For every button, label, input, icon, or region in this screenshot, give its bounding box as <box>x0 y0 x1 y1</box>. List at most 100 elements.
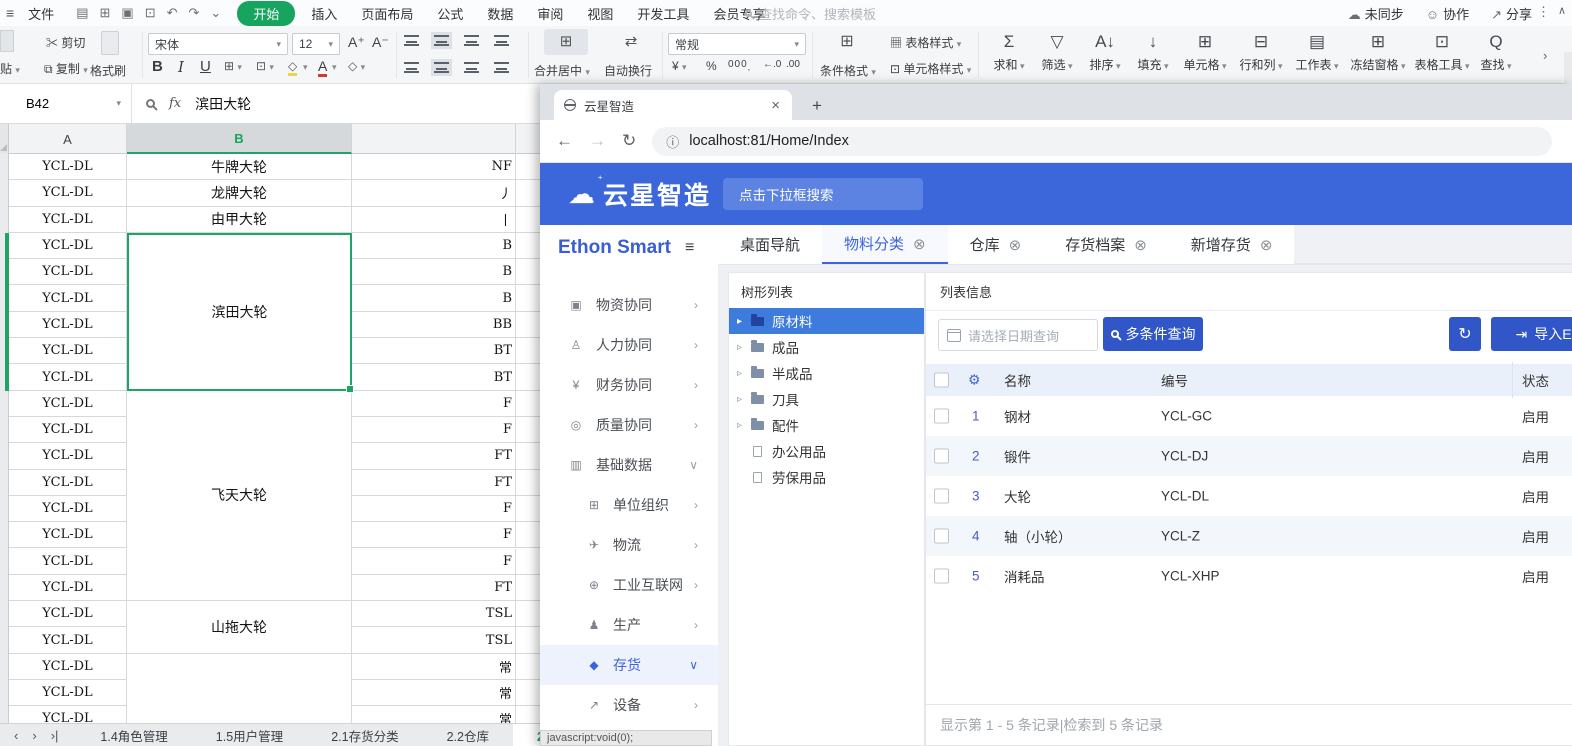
bold-icon[interactable]: B <box>152 58 163 75</box>
row-checkbox[interactable] <box>934 529 949 544</box>
cell-a[interactable]: YCL-DL <box>9 706 127 723</box>
cell-d[interactable] <box>516 601 540 627</box>
merge-center-icon[interactable]: ⊞ <box>544 29 588 55</box>
cell-a[interactable]: YCL-DL <box>9 207 127 233</box>
cell-a[interactable]: YCL-DL <box>9 443 127 469</box>
cell-b-merged[interactable]: 山拖大轮 <box>127 601 352 654</box>
currency-icon[interactable]: ¥ ▾ <box>672 59 687 73</box>
menu-tab-开发工具[interactable]: 开发工具 <box>625 2 701 25</box>
sidebar-item-工业互联网[interactable]: ⊕工业互联网› <box>540 565 718 605</box>
expand-arrow-icon[interactable]: ▹ <box>737 420 749 431</box>
table-row[interactable]: 5消耗品YCL-XHP启用 <box>926 556 1572 596</box>
column-header-名称[interactable]: 名称 <box>1004 370 1031 390</box>
sidebar-item-财务协同[interactable]: ¥财务协同› <box>540 365 718 405</box>
row-checkbox[interactable] <box>934 409 949 424</box>
sheet-tab-1.4角色管理[interactable]: 1.4角色管理 <box>76 724 191 746</box>
indent-decrease-icon[interactable] <box>494 35 509 46</box>
menu-tab-开始[interactable]: 开始 <box>237 1 295 26</box>
cell-a[interactable]: YCL-DL <box>9 259 127 285</box>
file-menu[interactable]: 文件 <box>20 4 62 23</box>
cell-c[interactable]: FT <box>352 443 516 469</box>
cell-a[interactable]: YCL-DL <box>9 496 127 522</box>
undo-icon[interactable]: ↶ <box>167 5 178 21</box>
back-icon[interactable]: ← <box>556 131 573 151</box>
cell-d[interactable] <box>516 338 540 364</box>
align-left-icon[interactable] <box>404 62 419 73</box>
sheet-tab-2.2仓库[interactable]: 2.2仓库 <box>423 724 513 746</box>
sidebar-item-人力协同[interactable]: ♙人力协同› <box>540 325 718 365</box>
table-row[interactable]: 3大轮YCL-DL启用 <box>926 476 1572 516</box>
shading-icon[interactable]: ⊡ ▾ <box>256 59 274 73</box>
ribbon-button-行和列[interactable]: ⊟行和列 ▾ <box>1233 26 1289 75</box>
sidebar-item-质量协同[interactable]: ◎质量协同› <box>540 405 718 445</box>
ribbon-button-工作表[interactable]: ▤工作表 ▾ <box>1289 26 1345 75</box>
cell-a[interactable]: YCL-DL <box>9 654 127 680</box>
cell-b-merged[interactable]: 滨田大轮 <box>127 233 352 391</box>
decrease-decimal-icon[interactable]: .00 <box>786 59 800 70</box>
collab-button[interactable]: ☺协作 <box>1426 4 1469 23</box>
tab-close-icon[interactable]: × <box>769 97 782 114</box>
cell-c[interactable]: 常 <box>352 706 516 723</box>
cell-b-merged[interactable]: 牛牌大轮 <box>127 154 352 180</box>
cell-d[interactable] <box>516 417 540 443</box>
tree-item-成品[interactable]: ▹成品 <box>729 334 924 360</box>
sidebar-item-单位组织[interactable]: ⊞单位组织› <box>540 485 718 525</box>
zoom-formula-icon[interactable] <box>146 99 155 108</box>
sync-status[interactable]: ☁未同步 <box>1348 4 1404 23</box>
font-color-icon[interactable]: A <box>318 58 327 77</box>
cell-a[interactable]: YCL-DL <box>9 312 127 338</box>
new-tab-icon[interactable]: + <box>804 96 830 116</box>
cell-d[interactable] <box>516 522 540 548</box>
cell-a[interactable]: YCL-DL <box>9 627 127 653</box>
cell-a[interactable]: YCL-DL <box>9 601 127 627</box>
paste-label[interactable]: 贴 ▾ <box>0 60 20 77</box>
percent-icon[interactable]: % <box>706 59 717 73</box>
cell-d[interactable] <box>516 706 540 723</box>
menu-tab-页面布局[interactable]: 页面布局 <box>349 2 425 25</box>
ribbon-button-查找[interactable]: Q查找 ▾ <box>1473 26 1519 75</box>
cell-d[interactable] <box>516 207 540 233</box>
menu-tab-审阅[interactable]: 审阅 <box>525 2 575 25</box>
cell-c[interactable]: F <box>352 522 516 548</box>
ribbon-button-冻结窗格[interactable]: ⊞冻结窗格 ▾ <box>1345 26 1411 75</box>
cell-d[interactable] <box>516 680 540 706</box>
merge-center-label[interactable]: 合并居中 ▾ <box>534 62 590 79</box>
cell-d[interactable] <box>516 233 540 259</box>
cell-d[interactable] <box>516 654 540 680</box>
sidebar-item-物资协同[interactable]: ▣物资协同› <box>540 285 718 325</box>
cell-a[interactable]: YCL-DL <box>9 286 127 312</box>
sheet-tab-1.5用户管理[interactable]: 1.5用户管理 <box>192 724 307 746</box>
cell-b-merged[interactable]: 飞天大轮 <box>127 391 352 601</box>
cell-c[interactable]: F <box>352 549 516 575</box>
cell-c[interactable]: FT <box>352 575 516 601</box>
cell-d[interactable] <box>516 180 540 206</box>
cell-c[interactable]: TSL <box>352 627 516 653</box>
menu-tab-插入[interactable]: 插入 <box>299 2 349 25</box>
cell-a[interactable]: YCL-DL <box>9 680 127 706</box>
paste-icon[interactable] <box>0 30 14 52</box>
browser-tab[interactable]: 云星智造 × <box>554 90 792 120</box>
underline-icon[interactable]: U <box>200 58 211 75</box>
cell-c[interactable]: NF <box>352 154 516 180</box>
cell-a[interactable]: YCL-DL <box>9 470 127 496</box>
font-size-select[interactable]: 12▾ <box>292 33 340 55</box>
cell-d[interactable] <box>516 286 540 312</box>
site-info-icon[interactable]: ⓘ <box>666 132 679 151</box>
collapse-ribbon-icon[interactable]: ∧ <box>1558 4 1566 17</box>
wrap-text-label[interactable]: 自动换行 <box>604 62 652 79</box>
preview-icon[interactable]: ⊡ <box>145 5 156 21</box>
share-button[interactable]: ↗分享 <box>1491 4 1532 23</box>
app-menu-icon[interactable]: ≡ <box>6 5 14 21</box>
more-menu-icon[interactable]: ⋮ <box>1537 4 1550 20</box>
cell-a[interactable]: YCL-DL <box>9 338 127 364</box>
cut-button[interactable]: ✂ 剪切 <box>46 34 85 51</box>
formula-value[interactable]: 滨田大轮 <box>195 94 251 114</box>
menu-tab-公式[interactable]: 公式 <box>425 2 475 25</box>
tree-item-原材料[interactable]: ▸原材料 <box>729 308 924 334</box>
cell-d[interactable] <box>516 259 540 285</box>
cell-c[interactable]: B <box>352 259 516 285</box>
tab-close-icon[interactable]: ⊗ <box>1260 236 1273 254</box>
eraser-icon[interactable]: ◇ ▾ <box>348 59 365 73</box>
tab-close-icon[interactable]: ⊗ <box>1009 236 1022 254</box>
cell-c[interactable]: 丨 <box>352 207 516 233</box>
